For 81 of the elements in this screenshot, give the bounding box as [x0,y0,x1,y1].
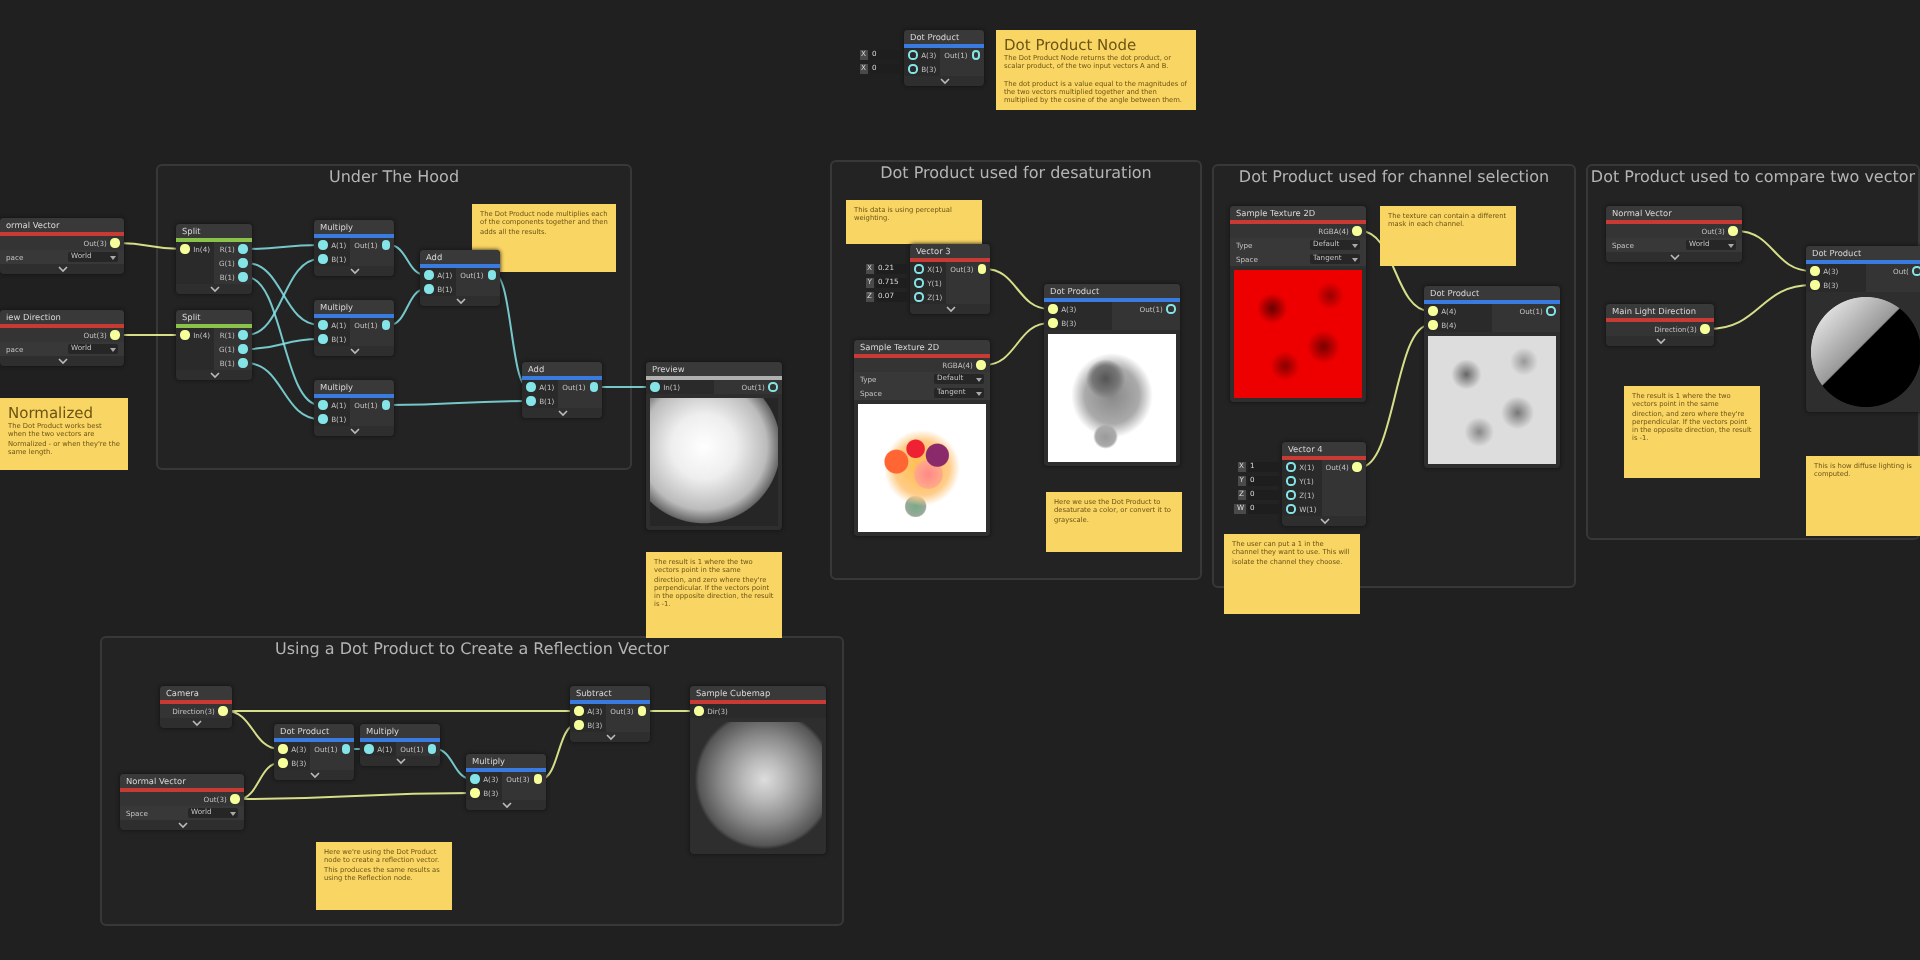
port-icon[interactable] [971,50,981,60]
port-icon[interactable] [238,244,248,254]
port-icon[interactable] [1286,504,1296,514]
group-title: Dot Product used for desaturation [878,162,1154,182]
port-icon[interactable] [914,264,924,274]
grayscale-photo-placeholder [1048,334,1176,462]
caret-icon [1351,243,1357,247]
port-icon[interactable] [238,358,248,368]
port-icon[interactable] [424,270,434,280]
sphere-preview [650,398,778,526]
group-title: Dot Product used for channel selection [1236,166,1552,186]
group-title: Using a Dot Product to Create a Reflection Vector [272,638,672,658]
caret-icon [975,377,981,381]
chevron-icon[interactable] [191,718,201,728]
chevron-icon[interactable] [557,408,567,418]
port-icon[interactable] [318,400,328,410]
caret-icon [1727,243,1733,247]
port-icon[interactable] [318,334,328,344]
port-icon[interactable] [768,382,778,392]
photo-placeholder [858,404,986,532]
port-icon[interactable] [914,292,924,302]
caret-icon [109,255,115,259]
port-icon[interactable] [318,240,328,250]
port-icon[interactable] [914,278,924,288]
caret-icon [229,811,235,815]
port-icon[interactable] [318,414,328,424]
lit-sphere-preview [1810,296,1920,408]
port-icon[interactable] [427,744,437,754]
caret-icon [109,347,115,351]
chevron-icon[interactable] [1669,252,1679,262]
port-icon[interactable] [238,272,248,282]
chevron-icon[interactable] [1655,336,1665,346]
port-icon[interactable] [1286,462,1296,472]
port-icon[interactable] [1912,266,1920,276]
noise-texture-preview [1428,336,1556,464]
port-icon[interactable] [1286,490,1296,500]
chevron-icon[interactable] [349,426,359,436]
sticky-note[interactable] [996,30,1196,110]
port-icon[interactable] [470,774,480,784]
port-icon[interactable] [526,382,536,392]
group-title: Under The Hood [326,166,462,186]
port-icon[interactable] [364,744,374,754]
chevron-icon[interactable] [349,266,359,276]
chevron-icon[interactable] [209,370,219,380]
noise-texture-preview [1234,270,1362,398]
port-icon[interactable] [487,270,497,280]
port-icon[interactable] [424,284,434,294]
port-icon[interactable] [341,744,351,754]
port-icon[interactable] [381,240,391,250]
chevron-icon[interactable] [177,820,187,830]
chevron-icon[interactable] [1319,516,1329,526]
port-icon[interactable] [1166,304,1176,314]
chevron-icon[interactable] [395,756,405,766]
port-icon[interactable] [526,396,536,406]
port-icon[interactable] [1286,476,1296,486]
caret-icon [975,391,981,395]
port-icon[interactable] [650,382,660,392]
port-icon[interactable] [238,330,248,340]
chevron-icon[interactable] [501,800,511,810]
port-icon[interactable] [589,382,599,392]
caret-icon [1351,257,1357,261]
port-icon[interactable] [318,320,328,330]
chevron-icon[interactable] [349,346,359,356]
chevron-icon[interactable] [57,264,67,274]
port-icon[interactable] [238,344,248,354]
chevron-icon[interactable] [945,304,955,314]
port-icon[interactable] [381,320,391,330]
port-icon[interactable] [908,50,918,60]
port-icon[interactable] [1546,306,1556,316]
chevron-icon[interactable] [939,76,949,86]
group-title: Dot Product used to compare two vector [1588,166,1918,186]
chevron-icon[interactable] [209,284,219,294]
port-icon[interactable] [238,258,248,268]
port-icon[interactable] [908,64,918,74]
port-icon[interactable] [318,254,328,264]
chevron-icon[interactable] [455,296,465,306]
port-icon[interactable] [381,400,391,410]
chevron-icon[interactable] [57,356,67,366]
chevron-icon[interactable] [605,732,615,742]
cubemap-preview [694,722,822,850]
chevron-icon[interactable] [309,770,319,780]
